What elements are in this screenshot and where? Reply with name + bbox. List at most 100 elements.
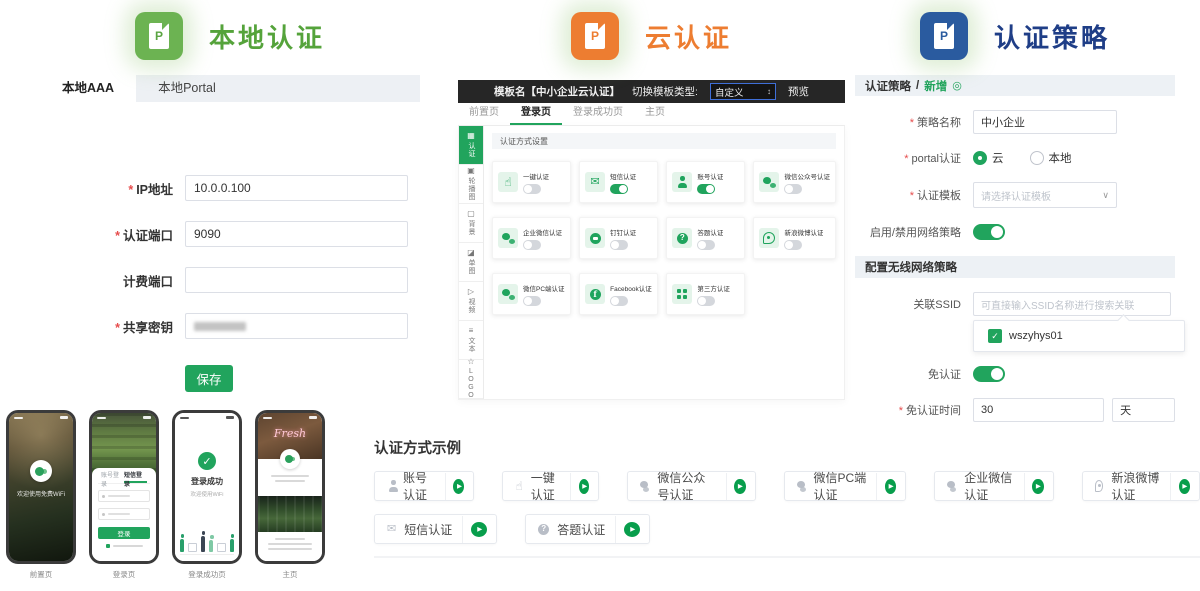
method-toggle[interactable]: [697, 184, 715, 194]
method-toggle[interactable]: [523, 184, 541, 194]
method-label: 新浪微博认证: [784, 227, 823, 237]
play-icon[interactable]: ▶: [1032, 479, 1043, 494]
breadcrumb-root[interactable]: 认证策略: [865, 78, 911, 94]
cloud-auth-panel: P 云认证 模板名【中小企业云认证】 切换模板类型: 自定义 ↕ 预览 前置页 …: [458, 10, 845, 400]
save-button[interactable]: 保存: [185, 365, 233, 392]
play-icon[interactable]: ▶: [579, 479, 589, 494]
play-icon[interactable]: ▶: [1179, 479, 1190, 494]
auth-example-button[interactable]: 一键认证 ▶: [502, 471, 599, 501]
ssid-dropdown: ✓ wszyhys01: [973, 320, 1185, 352]
agreement-row[interactable]: [98, 544, 150, 548]
policy-name-input[interactable]: 中小企业: [973, 110, 1117, 134]
radio-icon[interactable]: [973, 151, 987, 165]
play-icon[interactable]: ▶: [471, 522, 487, 537]
method-icon-tile: [498, 172, 518, 192]
play-icon[interactable]: ▶: [624, 522, 640, 537]
auth-example-button[interactable]: 微信公众号认证 ▶: [627, 471, 755, 501]
method-toggle[interactable]: [784, 184, 802, 194]
phone-caption: 前置页: [6, 569, 76, 580]
cloud-page-tab[interactable]: 登录页: [510, 103, 562, 125]
template-type-select[interactable]: 自定义 ↕: [710, 83, 776, 100]
auth-template-select[interactable]: 请选择认证模板 ∨: [973, 182, 1117, 208]
method-toggle[interactable]: [697, 240, 715, 250]
free-auth-toggle[interactable]: [973, 366, 1005, 382]
account-login-tab[interactable]: 账号登录: [101, 472, 124, 483]
wireless-section-title: 配置无线网络策略: [855, 256, 1175, 278]
method-icon: [797, 481, 806, 492]
method-icon-tile: [585, 284, 605, 304]
method-toggle[interactable]: [697, 296, 715, 306]
cloud-page-tab[interactable]: 前置页: [458, 103, 510, 125]
play-icon[interactable]: ▶: [453, 479, 464, 494]
section-title: 认证方式设置: [492, 133, 836, 149]
phone-statusbar: [258, 413, 322, 422]
phone-number-field[interactable]: [98, 490, 150, 502]
method-icon: [502, 289, 515, 300]
auth-example-button[interactable]: 短信认证 ▶: [374, 514, 497, 544]
sidebar-item[interactable]: 背景: [459, 204, 483, 243]
auth-method-card: 账号认证: [666, 161, 745, 203]
success-screen: ✓ 登录成功 欢迎使用WiFi: [175, 413, 239, 561]
cloud-page-tab[interactable]: 登录成功页: [562, 103, 634, 125]
field-label: *IP地址: [40, 179, 185, 198]
free-auth-time-input[interactable]: 30: [973, 398, 1104, 422]
phone-caption: 登录成功页: [172, 569, 242, 580]
auth-example-button[interactable]: 微信PC端认证 ▶: [784, 471, 907, 501]
sidebar-item[interactable]: LOGO: [459, 360, 483, 399]
sidebar-icon: [467, 249, 475, 257]
preview-button[interactable]: 预览: [788, 84, 809, 99]
text-input[interactable]: [185, 313, 408, 339]
time-unit-select[interactable]: 天: [1112, 398, 1175, 422]
text-input[interactable]: 10.0.0.100: [185, 175, 408, 201]
ssid-checkbox[interactable]: ✓: [988, 329, 1002, 343]
sidebar-item[interactable]: 视频: [459, 282, 483, 321]
radio-option[interactable]: 本地: [1030, 150, 1072, 166]
play-icon[interactable]: ▶: [885, 479, 896, 494]
text-input[interactable]: 9090: [185, 221, 408, 247]
form-row: *免认证时间 30 天: [855, 398, 1175, 422]
ssid-search-input[interactable]: 可直接输入SSID名称进行搜索关联: [973, 292, 1171, 316]
auth-method-card: 微信PC端认证: [492, 273, 571, 315]
sidebar-item[interactable]: 文本: [459, 321, 483, 360]
local-auth-tab[interactable]: 本地Portal: [136, 75, 238, 102]
method-icon: [515, 480, 522, 492]
sms-login-tab[interactable]: 短信登录: [124, 472, 147, 483]
login-button[interactable]: 登录: [98, 527, 150, 539]
auth-method-card: 第三方认证: [666, 273, 745, 315]
auth-example-button[interactable]: 账号认证 ▶: [374, 471, 474, 501]
auth-example-button[interactable]: 答题认证 ▶: [525, 514, 650, 544]
form-row: *计费端口: [40, 267, 420, 293]
play-icon[interactable]: ▶: [734, 479, 745, 494]
method-toggle[interactable]: [523, 240, 541, 250]
auth-example-button[interactable]: 企业微信认证 ▶: [934, 471, 1053, 501]
sms-code-field[interactable]: [98, 508, 150, 520]
form-row: *IP地址 10.0.0.100: [40, 175, 420, 201]
field-label: *认证端口: [40, 225, 185, 244]
doc-letter: P: [155, 29, 163, 43]
enable-network-policy-toggle[interactable]: [973, 224, 1005, 240]
ssid-option[interactable]: wszyhys01: [1009, 330, 1063, 342]
local-auth-tab[interactable]: 本地AAA: [40, 75, 136, 102]
brand-sign: Fresh: [258, 422, 322, 440]
text-input[interactable]: [185, 267, 408, 293]
method-toggle[interactable]: [610, 296, 628, 306]
method-toggle[interactable]: [784, 240, 802, 250]
auth-method-card: 一键认证: [492, 161, 571, 203]
sidebar-item[interactable]: 认证: [459, 126, 483, 165]
auth-method-card: 新浪微博认证: [753, 217, 836, 259]
doc-letter: P: [591, 29, 599, 43]
auth-example-button[interactable]: 新浪微博认证 ▶: [1082, 471, 1200, 501]
cloud-page-tab[interactable]: 主页: [634, 103, 676, 125]
radio-icon[interactable]: [1030, 151, 1044, 165]
updown-caret-icon: ↕: [767, 87, 771, 96]
method-icon: [590, 289, 601, 300]
method-toggle[interactable]: [610, 184, 628, 194]
sidebar-item[interactable]: 单图: [459, 243, 483, 282]
method-toggle[interactable]: [610, 240, 628, 250]
sidebar-item[interactable]: 轮播图: [459, 165, 483, 204]
phone-statusbar: [175, 413, 239, 422]
field-label: *计费端口: [40, 271, 185, 290]
method-toggle[interactable]: [523, 296, 541, 306]
radio-option[interactable]: 云: [973, 150, 1004, 166]
success-text: 登录成功: [175, 476, 239, 487]
